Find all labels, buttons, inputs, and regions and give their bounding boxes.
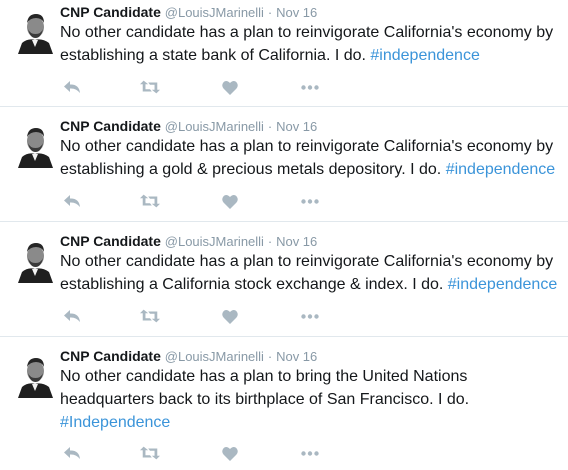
avatar[interactable]: [12, 121, 59, 168]
heart-icon[interactable]: [220, 191, 240, 211]
separator: ·: [267, 119, 273, 134]
tweet-body: No other candidate has a plan to bring t…: [60, 368, 470, 408]
tweet[interactable]: CNP Candidate @LouisJMarinelli · Nov 16 …: [0, 114, 568, 222]
tweet-actions: [60, 77, 320, 97]
avatar[interactable]: [12, 7, 59, 54]
tweet-actions: [60, 306, 320, 326]
avatar[interactable]: [12, 351, 59, 398]
tweet-date[interactable]: Nov 16: [276, 349, 317, 364]
author-name[interactable]: CNP Candidate: [60, 4, 161, 20]
hashtag-link[interactable]: #independence: [370, 47, 479, 64]
tweet-text: No other candidate has a plan to bring t…: [60, 365, 480, 434]
reply-icon[interactable]: [62, 191, 82, 211]
tweet-text: No other candidate has a plan to reinvig…: [60, 135, 560, 181]
retweet-icon[interactable]: [140, 77, 160, 97]
tweet-date[interactable]: Nov 16: [276, 119, 317, 134]
tweet-text: No other candidate has a plan to reinvig…: [60, 250, 560, 296]
retweet-icon[interactable]: [140, 191, 160, 211]
tweet[interactable]: CNP Candidate @LouisJMarinelli · Nov 16 …: [0, 344, 568, 470]
tweet-actions: [60, 191, 320, 211]
separator: ·: [267, 349, 273, 364]
avatar[interactable]: [12, 236, 59, 283]
retweet-icon[interactable]: [140, 306, 160, 326]
reply-icon[interactable]: [62, 306, 82, 326]
separator: ·: [267, 234, 273, 249]
retweet-icon[interactable]: [140, 443, 160, 463]
more-dots-icon[interactable]: [300, 191, 320, 211]
heart-icon[interactable]: [220, 443, 240, 463]
author-name[interactable]: CNP Candidate: [60, 233, 161, 249]
heart-icon[interactable]: [220, 77, 240, 97]
tweet-header: CNP Candidate @LouisJMarinelli · Nov 16: [60, 117, 317, 136]
more-dots-icon[interactable]: [300, 306, 320, 326]
more-dots-icon[interactable]: [300, 443, 320, 463]
reply-icon[interactable]: [62, 443, 82, 463]
tweet-header: CNP Candidate @LouisJMarinelli · Nov 16: [60, 347, 317, 366]
tweet-date[interactable]: Nov 16: [276, 5, 317, 20]
tweet-header: CNP Candidate @LouisJMarinelli · Nov 16: [60, 232, 317, 251]
author-handle[interactable]: @LouisJMarinelli: [165, 119, 264, 134]
tweet-date[interactable]: Nov 16: [276, 234, 317, 249]
author-name[interactable]: CNP Candidate: [60, 348, 161, 364]
tweet[interactable]: CNP Candidate @LouisJMarinelli · Nov 16 …: [0, 229, 568, 337]
author-handle[interactable]: @LouisJMarinelli: [165, 234, 264, 249]
more-dots-icon[interactable]: [300, 77, 320, 97]
author-name[interactable]: CNP Candidate: [60, 118, 161, 134]
reply-icon[interactable]: [62, 77, 82, 97]
heart-icon[interactable]: [220, 306, 240, 326]
tweet-actions: [60, 443, 320, 463]
hashtag-link[interactable]: #Independence: [60, 414, 170, 431]
tweet-header: CNP Candidate @LouisJMarinelli · Nov 16: [60, 3, 317, 22]
tweet-text: No other candidate has a plan to reinvig…: [60, 21, 560, 67]
author-handle[interactable]: @LouisJMarinelli: [165, 349, 264, 364]
separator: ·: [267, 5, 273, 20]
tweet[interactable]: CNP Candidate @LouisJMarinelli · Nov 16 …: [0, 0, 568, 107]
hashtag-link[interactable]: #independence: [448, 276, 557, 293]
hashtag-link[interactable]: #independence: [446, 161, 555, 178]
author-handle[interactable]: @LouisJMarinelli: [165, 5, 264, 20]
